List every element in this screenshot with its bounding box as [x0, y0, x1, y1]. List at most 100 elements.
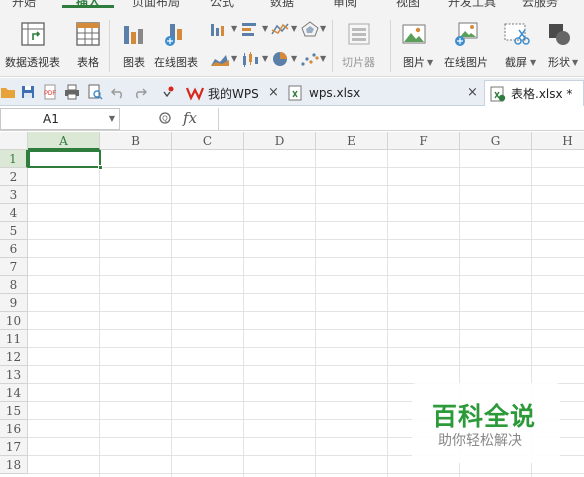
shapes-dropdown-icon[interactable]: ▼	[572, 58, 578, 67]
wps-logo-icon	[185, 85, 205, 101]
tab-label: 表格.xlsx *	[511, 87, 573, 101]
row-header[interactable]: 18	[0, 456, 28, 474]
radar-chart-dropdown-icon[interactable]: ▼	[320, 24, 326, 33]
online-picture-button[interactable]: 在线图片	[444, 20, 488, 70]
menu-page-layout[interactable]: 页面布局	[132, 0, 180, 8]
picture-icon	[400, 20, 428, 48]
ribbon-divider	[332, 20, 333, 72]
row-header[interactable]: 5	[0, 222, 28, 240]
grid-row-line	[28, 311, 584, 312]
screenshot-button[interactable]: 截屏 ▼	[502, 20, 536, 70]
fill-handle[interactable]	[98, 165, 103, 170]
undo-icon[interactable]	[110, 84, 126, 100]
screenshot-dropdown-icon[interactable]: ▼	[530, 58, 536, 67]
row-header[interactable]: 10	[0, 312, 28, 330]
select-all-corner[interactable]	[0, 132, 28, 150]
line-chart-dropdown-icon[interactable]: ▼	[291, 24, 297, 33]
spreadsheet-file-icon	[287, 85, 305, 101]
grid-row-line	[28, 347, 584, 348]
row-header[interactable]: 7	[0, 258, 28, 276]
print-icon[interactable]	[64, 84, 80, 100]
insert-function-button[interactable]: fx	[183, 109, 197, 127]
column-header[interactable]: D	[244, 132, 316, 150]
area-chart-dropdown-icon[interactable]: ▼	[231, 54, 237, 63]
open-folder-icon[interactable]	[0, 84, 16, 100]
close-icon[interactable]: ×	[467, 85, 478, 100]
column-chart-dropdown-icon[interactable]: ▼	[231, 24, 237, 33]
column-header[interactable]: H	[532, 132, 584, 150]
row-header[interactable]: 13	[0, 366, 28, 384]
menu-home[interactable]: 开始	[12, 0, 36, 8]
row-header[interactable]: 4	[0, 204, 28, 222]
row-header[interactable]: 15	[0, 402, 28, 420]
watermark-title: 百科全说	[432, 402, 537, 431]
close-icon[interactable]: ×	[268, 85, 279, 100]
area-chart-icon[interactable]	[209, 50, 231, 68]
customize-quick-access-icon[interactable]	[160, 84, 176, 100]
stock-chart-dropdown-icon[interactable]: ▼	[262, 54, 268, 63]
row-header[interactable]: 12	[0, 348, 28, 366]
chart-button[interactable]: 图表	[120, 20, 148, 70]
row-header[interactable]: 6	[0, 240, 28, 258]
slicer-label: 切片器	[342, 56, 375, 69]
svg-text:PDF: PDF	[44, 91, 56, 97]
menu-view[interactable]: 视图	[396, 0, 420, 8]
scatter-chart-dropdown-icon[interactable]: ▼	[320, 54, 326, 63]
row-header[interactable]: 17	[0, 438, 28, 456]
grid-column-line	[99, 150, 100, 477]
row-header[interactable]: 11	[0, 330, 28, 348]
tab-wps-xlsx[interactable]: wps.xlsx ×	[283, 80, 483, 106]
selected-cell[interactable]	[28, 150, 101, 168]
column-chart-icon[interactable]	[209, 20, 231, 38]
formula-bar: A1 ▼ Q fx	[0, 107, 584, 131]
redo-icon[interactable]	[132, 84, 148, 100]
chevron-down-icon[interactable]: ▼	[109, 109, 115, 129]
row-header[interactable]: 8	[0, 276, 28, 294]
picture-dropdown-icon[interactable]: ▼	[427, 58, 433, 67]
radar-chart-icon[interactable]	[299, 20, 321, 38]
menu-formulas[interactable]: 公式	[210, 0, 234, 8]
formula-input[interactable]	[218, 108, 584, 130]
line-chart-icon[interactable]	[270, 20, 292, 38]
picture-button[interactable]: 图片 ▼	[400, 20, 433, 70]
picture-label: 图片	[403, 56, 425, 69]
shapes-button[interactable]: 形状 ▼	[545, 20, 578, 70]
menu-data[interactable]: 数据	[270, 0, 294, 8]
pie-chart-dropdown-icon[interactable]: ▼	[291, 54, 297, 63]
bar-chart-dropdown-icon[interactable]: ▼	[262, 24, 268, 33]
slicer-button[interactable]: 切片器	[342, 20, 375, 70]
row-header[interactable]: 1	[0, 150, 28, 168]
print-preview-icon[interactable]	[87, 84, 103, 100]
save-icon[interactable]	[20, 84, 36, 100]
menu-developer[interactable]: 开发工具	[448, 0, 496, 8]
bar-chart-horizontal-icon[interactable]	[240, 20, 262, 38]
row-header[interactable]: 9	[0, 294, 28, 312]
grid-column-line	[171, 150, 172, 477]
screenshot-label: 截屏	[505, 56, 527, 69]
table-button[interactable]: 表格	[74, 20, 102, 70]
row-header[interactable]: 14	[0, 384, 28, 402]
row-header[interactable]: 16	[0, 420, 28, 438]
stock-chart-icon[interactable]	[240, 50, 262, 68]
column-header[interactable]: G	[460, 132, 532, 150]
column-header[interactable]: C	[172, 132, 244, 150]
pivot-table-label: 数据透视表	[5, 56, 60, 69]
row-header[interactable]: 2	[0, 168, 28, 186]
tab-table-xlsx[interactable]: 表格.xlsx *	[484, 80, 584, 106]
column-header[interactable]: A	[28, 132, 100, 150]
column-header[interactable]: F	[388, 132, 460, 150]
online-picture-label: 在线图片	[444, 56, 488, 69]
online-chart-button[interactable]: 在线图表	[154, 20, 198, 70]
menu-cloud-service[interactable]: 云服务	[522, 0, 558, 8]
zoom-search-icon[interactable]: Q	[158, 111, 174, 127]
tab-my-wps[interactable]: 我的WPS ×	[182, 80, 282, 106]
menu-review[interactable]: 审阅	[333, 0, 357, 8]
column-header[interactable]: B	[100, 132, 172, 150]
scatter-chart-icon[interactable]	[299, 50, 321, 68]
export-pdf-icon[interactable]: PDF	[42, 84, 58, 100]
pie-chart-icon[interactable]	[270, 50, 292, 68]
column-header[interactable]: E	[316, 132, 388, 150]
name-box[interactable]: A1 ▼	[0, 108, 120, 130]
pivot-table-button[interactable]: 数据透视表	[5, 20, 60, 70]
row-header[interactable]: 3	[0, 186, 28, 204]
